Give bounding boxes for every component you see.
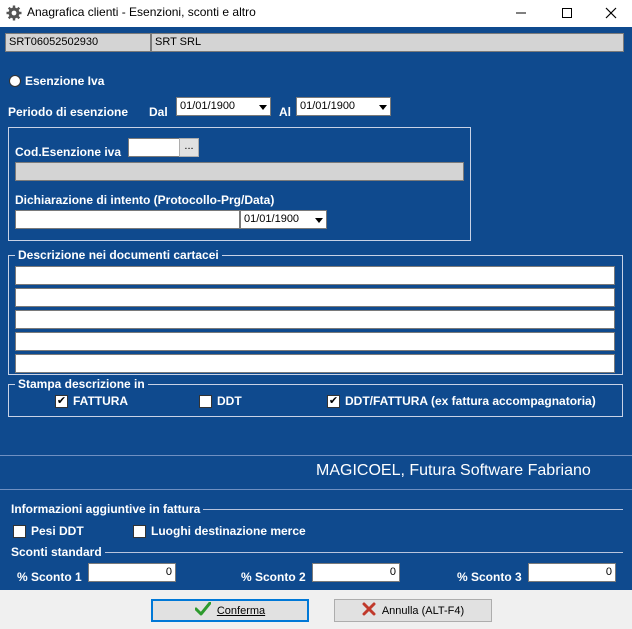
close-icon bbox=[605, 7, 617, 19]
client-code-field: SRT06052502930 bbox=[5, 33, 151, 52]
chevron-down-icon bbox=[379, 105, 387, 110]
al-date-value: 01/01/1900 bbox=[300, 100, 356, 112]
dal-label: Dal bbox=[149, 105, 168, 119]
gear-icon bbox=[6, 5, 22, 21]
al-label: Al bbox=[279, 105, 291, 119]
sconto-2-input[interactable]: 0 bbox=[312, 563, 400, 582]
al-date-picker[interactable]: 01/01/1900 bbox=[296, 97, 391, 116]
button-bar: Conferma Annulla (ALT-F4) bbox=[0, 590, 632, 629]
sconto-1-input[interactable]: 0 bbox=[88, 563, 176, 582]
check-icon: ✔ bbox=[328, 395, 339, 407]
sconto-3-input[interactable]: 0 bbox=[528, 563, 616, 582]
minimize-button[interactable] bbox=[498, 0, 544, 26]
pesi-ddt-checkbox[interactable] bbox=[13, 525, 26, 538]
dichiarazione-input[interactable] bbox=[15, 210, 240, 229]
sconto-2-label: % Sconto 2 bbox=[241, 570, 306, 584]
sconto-1-label: % Sconto 1 bbox=[17, 570, 82, 584]
cancel-x-icon bbox=[362, 602, 376, 619]
window-title: Anagrafica clienti - Esenzioni, sconti e… bbox=[27, 5, 256, 19]
descrizione-line-5[interactable] bbox=[15, 354, 615, 373]
luoghi-destinazione-checkbox[interactable] bbox=[133, 525, 146, 538]
annulla-label: Annulla (ALT-F4) bbox=[381, 604, 465, 617]
form-panel: SRT06052502930 SRT SRL Esenzione Iva Per… bbox=[0, 27, 632, 590]
cod-esenzione-input[interactable] bbox=[128, 138, 180, 157]
brand-separator bbox=[0, 455, 632, 456]
dal-date-value: 01/01/1900 bbox=[180, 100, 236, 112]
info-legend: Informazioni aggiuntive in fattura bbox=[8, 502, 204, 516]
fattura-checkbox[interactable]: ✔ bbox=[55, 395, 68, 408]
chevron-down-icon bbox=[315, 218, 323, 223]
ddt-label: DDT bbox=[217, 394, 242, 408]
brand-separator-bottom bbox=[0, 489, 632, 490]
ddt-fattura-label: DDT/FATTURA (ex fattura accompagnatoria) bbox=[345, 394, 596, 408]
ddt-checkbox[interactable] bbox=[199, 395, 212, 408]
close-button[interactable] bbox=[588, 0, 632, 26]
sconto-3-label: % Sconto 3 bbox=[457, 570, 522, 584]
esenzione-iva-label: Esenzione Iva bbox=[25, 74, 105, 88]
fattura-label: FATTURA bbox=[73, 394, 129, 408]
chevron-down-icon bbox=[259, 105, 267, 110]
annulla-button[interactable]: Annulla (ALT-F4) bbox=[334, 599, 492, 622]
conferma-button[interactable]: Conferma bbox=[151, 599, 309, 622]
luoghi-destinazione-label: Luoghi destinazione merce bbox=[151, 524, 306, 538]
descrizione-line-4[interactable] bbox=[15, 332, 615, 351]
conferma-label: Conferma bbox=[216, 604, 266, 617]
client-name-field: SRT SRL bbox=[151, 33, 624, 52]
cod-esenzione-description bbox=[15, 162, 464, 181]
dichiarazione-date-picker[interactable]: 01/01/1900 bbox=[240, 210, 327, 229]
pesi-ddt-label: Pesi DDT bbox=[31, 524, 84, 538]
descrizione-line-1[interactable] bbox=[15, 266, 615, 285]
dichiarazione-label: Dichiarazione di intento (Protocollo-Prg… bbox=[15, 193, 275, 207]
brand-text: MAGICOEL, Futura Software Fabriano bbox=[316, 462, 591, 479]
check-icon: ✔ bbox=[56, 395, 67, 407]
descrizione-line-2[interactable] bbox=[15, 288, 615, 307]
dal-date-picker[interactable]: 01/01/1900 bbox=[176, 97, 271, 116]
esenzione-iva-radio[interactable] bbox=[9, 75, 21, 87]
checkmark-icon bbox=[194, 601, 212, 619]
ddt-fattura-checkbox[interactable]: ✔ bbox=[327, 395, 340, 408]
maximize-button[interactable] bbox=[544, 0, 590, 26]
cod-esenzione-label: Cod.Esenzione iva bbox=[15, 145, 122, 159]
descrizione-line-3[interactable] bbox=[15, 310, 615, 329]
title-bar: Anagrafica clienti - Esenzioni, sconti e… bbox=[0, 0, 632, 26]
cod-esenzione-lookup-button[interactable]: ... bbox=[179, 138, 199, 157]
sconti-legend: Sconti standard bbox=[8, 545, 105, 559]
descrizione-legend: Descrizione nei documenti cartacei bbox=[15, 248, 222, 262]
stampa-legend: Stampa descrizione in bbox=[15, 377, 148, 391]
periodo-label: Periodo di esenzione bbox=[8, 105, 129, 119]
dichiarazione-date-value: 01/01/1900 bbox=[244, 213, 300, 225]
